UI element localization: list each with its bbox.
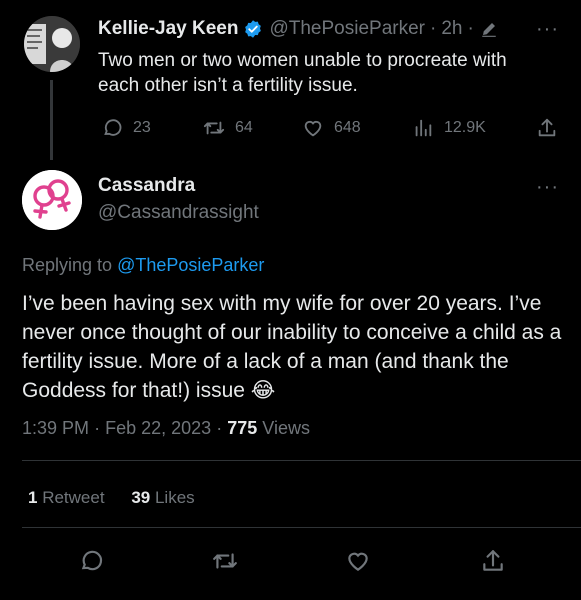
- like-count-link[interactable]: 39 Likes: [131, 488, 194, 507]
- reply-avatar[interactable]: [22, 170, 82, 230]
- divider: [22, 527, 581, 528]
- like-count: 39: [131, 488, 151, 507]
- reply-date[interactable]: Feb 22, 2023: [105, 418, 211, 438]
- reply-button[interactable]: [78, 548, 104, 574]
- thread-connector-line: [50, 80, 53, 160]
- share-icon: [538, 118, 556, 137]
- like-button[interactable]: [345, 548, 371, 574]
- replying-to-prefix: Replying to: [22, 255, 113, 275]
- retweet-button[interactable]: [212, 548, 238, 574]
- tears-of-joy-emoji: 😂: [250, 379, 276, 402]
- retweet-count: 1: [28, 488, 38, 507]
- parent-reply-button[interactable]: 23: [101, 117, 151, 139]
- parent-retweet-count: 64: [235, 119, 253, 136]
- replying-to-line: Replying to @ThePosieParker: [22, 255, 264, 276]
- interlocked-venus-icon: [22, 170, 82, 230]
- comment-icon: [104, 119, 122, 136]
- reply-body: I’ve been having sex with my wife for ov…: [22, 292, 562, 402]
- parent-like-count: 648: [334, 119, 361, 136]
- reply-time[interactable]: 1:39 PM: [22, 418, 89, 438]
- separator-dot: ·: [216, 418, 223, 438]
- parent-share-button[interactable]: [536, 117, 558, 139]
- verified-badge-icon: [243, 19, 263, 39]
- avatar-photo: [24, 16, 80, 72]
- retweet-count-link[interactable]: 1 Retweet: [28, 488, 105, 507]
- parent-time[interactable]: 2h: [441, 18, 462, 40]
- share-icon: [483, 550, 503, 571]
- divider: [22, 460, 581, 461]
- reply-more-dots-icon[interactable]: ···: [536, 176, 559, 199]
- pencil-icon: [480, 20, 498, 38]
- reply-view-count: 775: [227, 418, 258, 438]
- parent-author-name[interactable]: Kellie-Jay Keen: [98, 18, 238, 40]
- parent-like-button[interactable]: 648: [302, 117, 361, 139]
- retweet-icon: [203, 121, 225, 135]
- parent-views-button[interactable]: 12.9K: [412, 117, 486, 139]
- heart-icon: [348, 552, 368, 571]
- reply-views-label: Views: [262, 418, 310, 438]
- share-button[interactable]: [480, 548, 506, 574]
- separator-dot: ·: [430, 18, 437, 39]
- parent-tweet-text: Two men or two women unable to procreate…: [98, 50, 507, 96]
- engagement-counts: 1 Retweet 39 Likes: [28, 488, 195, 508]
- parent-retweet-button[interactable]: 64: [203, 117, 253, 139]
- heart-icon: [304, 120, 322, 137]
- parent-avatar[interactable]: [24, 16, 80, 72]
- bar-chart-icon: [415, 119, 432, 137]
- reply-author-name[interactable]: Cassandra: [98, 175, 195, 197]
- separator-dot: ·: [467, 18, 474, 39]
- reply-timestamp-line: 1:39 PM · Feb 22, 2023 · 775 Views: [22, 418, 310, 439]
- parent-author-handle[interactable]: @ThePosieParker: [269, 18, 425, 40]
- retweet-icon: [213, 553, 237, 569]
- comment-icon: [81, 550, 103, 571]
- parent-more-dots-icon[interactable]: ···: [536, 18, 559, 41]
- separator-dot: ·: [94, 418, 101, 438]
- parent-header: Kellie-Jay Keen @ThePosieParker · 2h ·: [98, 18, 498, 40]
- parent-view-count: 12.9K: [444, 119, 486, 136]
- reply-tweet-text: I’ve been having sex with my wife for ov…: [22, 289, 562, 405]
- likes-label: Likes: [154, 488, 195, 507]
- reply-author-handle[interactable]: @Cassandrassight: [98, 202, 259, 224]
- replying-to-handle[interactable]: @ThePosieParker: [117, 255, 264, 275]
- parent-reply-count: 23: [133, 119, 151, 136]
- retweet-label: Retweet: [42, 488, 105, 507]
